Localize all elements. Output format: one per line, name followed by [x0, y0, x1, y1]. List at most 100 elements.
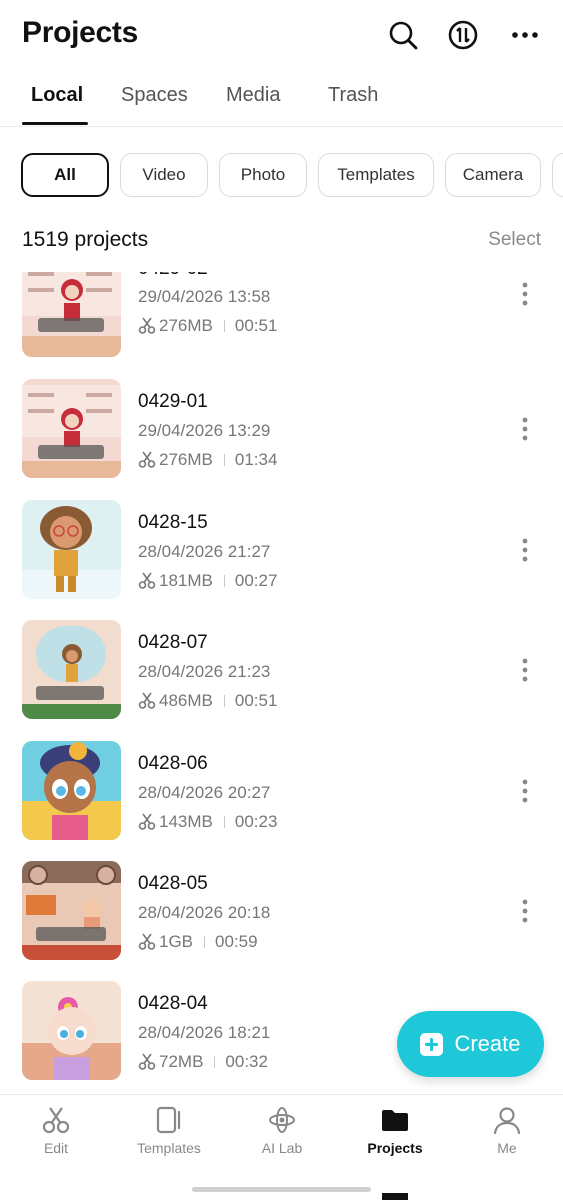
tab-media[interactable]: Media — [226, 84, 280, 107]
project-row[interactable]: 0428-15 28/04/2026 21:27 181MB 00:27 — [0, 500, 563, 600]
filter-camera[interactable]: Camera — [445, 153, 541, 197]
project-meta: 72MB 00:32 — [138, 1052, 268, 1072]
project-date: 28/04/2026 18:21 — [138, 1023, 271, 1042]
meta-divider — [223, 816, 225, 828]
search-icon[interactable] — [386, 18, 420, 52]
scissors-icon — [138, 317, 156, 334]
page-title: Projects — [22, 16, 138, 49]
nav-label: Me — [497, 1140, 517, 1156]
tab-trash[interactable]: Trash — [328, 84, 378, 107]
project-name: 0428-07 — [138, 632, 208, 653]
project-more-icon[interactable] — [515, 656, 535, 684]
project-thumbnail — [22, 272, 121, 357]
project-duration: 00:23 — [234, 812, 278, 831]
project-meta: 1GB 00:59 — [138, 932, 258, 952]
project-meta: 181MB 00:27 — [138, 571, 277, 591]
project-row[interactable]: 0429-02 29/04/2026 13:58 276MB 00:51 — [0, 272, 563, 358]
project-count: 1519 projects — [22, 228, 149, 251]
meta-divider — [214, 1056, 216, 1068]
project-meta: 276MB 01:34 — [138, 450, 277, 470]
project-thumbnail — [22, 861, 121, 960]
project-date: 28/04/2026 20:27 — [138, 783, 271, 802]
scissors-icon — [138, 572, 156, 589]
project-date: 28/04/2026 20:18 — [138, 903, 271, 922]
project-list[interactable]: 0429-02 29/04/2026 13:58 276MB 00:51 042… — [0, 272, 563, 1094]
active-tab-indicator — [22, 122, 88, 125]
project-row[interactable]: 0428-06 28/04/2026 20:27 143MB 00:23 — [0, 741, 563, 841]
nav-label: AI Lab — [261, 1140, 303, 1156]
project-size: 276MB — [159, 316, 213, 335]
project-size: 486MB — [159, 691, 213, 710]
meta-divider — [223, 320, 225, 332]
project-date: 29/04/2026 13:58 — [138, 287, 271, 306]
project-name: 0429-01 — [138, 391, 208, 412]
nav-label: Edit — [43, 1140, 69, 1156]
project-more-icon[interactable] — [515, 777, 535, 805]
folder-icon — [380, 1105, 410, 1135]
project-thumbnail — [22, 500, 121, 599]
nav-projects[interactable]: Projects — [339, 1105, 451, 1165]
tab-spaces[interactable]: Spaces — [121, 84, 188, 107]
project-date: 28/04/2026 21:23 — [138, 662, 271, 681]
scissors-icon — [138, 451, 156, 468]
project-size: 181MB — [159, 571, 213, 590]
project-duration: 01:34 — [234, 450, 278, 469]
header-bar: Projects — [0, 0, 563, 70]
project-row[interactable]: 0428-07 28/04/2026 21:23 486MB 00:51 — [0, 620, 563, 720]
project-duration: 00:51 — [234, 316, 278, 335]
meta-divider — [223, 695, 225, 707]
project-duration: 00:27 — [234, 571, 278, 590]
meta-divider — [223, 454, 225, 466]
project-date: 29/04/2026 13:29 — [138, 421, 271, 440]
filter-all[interactable]: All — [21, 153, 109, 197]
meta-divider — [223, 575, 225, 587]
nav-edit[interactable]: Edit — [0, 1105, 112, 1165]
nav-me[interactable]: Me — [451, 1105, 563, 1165]
project-size: 276MB — [159, 450, 213, 469]
project-thumbnail — [22, 379, 121, 478]
nav-ai-lab[interactable]: AI Lab — [226, 1105, 338, 1165]
project-more-icon[interactable] — [515, 415, 535, 443]
profile-icon — [492, 1105, 522, 1135]
project-row[interactable]: 0428-05 28/04/2026 20:18 1GB 00:59 — [0, 861, 563, 961]
project-size: 143MB — [159, 812, 213, 831]
templates-icon — [154, 1105, 184, 1135]
bottom-edge-artifact — [382, 1193, 408, 1200]
project-thumbnail — [22, 981, 121, 1080]
project-more-icon[interactable] — [515, 897, 535, 925]
project-count-row: 1519 projects Select — [0, 226, 563, 258]
project-date: 28/04/2026 21:27 — [138, 542, 271, 561]
filter-next[interactable] — [552, 153, 563, 197]
tab-local[interactable]: Local — [31, 84, 83, 107]
filter-video[interactable]: Video — [120, 153, 208, 197]
project-thumbnail — [22, 741, 121, 840]
project-row[interactable]: 0429-01 29/04/2026 13:29 276MB 01:34 — [0, 379, 563, 479]
project-duration: 00:32 — [225, 1052, 268, 1071]
project-name: 0428-06 — [138, 753, 208, 774]
project-name: 0428-04 — [138, 993, 208, 1014]
project-thumbnail — [22, 620, 121, 719]
create-button[interactable]: Create — [397, 1011, 544, 1077]
nav-label: Projects — [367, 1140, 423, 1156]
project-size: 72MB — [159, 1052, 204, 1071]
project-more-icon[interactable] — [515, 280, 535, 308]
select-button[interactable]: Select — [488, 229, 541, 251]
nav-templates[interactable]: Templates — [113, 1105, 225, 1165]
project-name: 0428-15 — [138, 512, 208, 533]
plus-icon — [420, 1032, 444, 1056]
meta-divider — [204, 936, 206, 948]
project-name: 0428-05 — [138, 873, 208, 894]
scissors-icon — [138, 813, 156, 830]
scissors-icon — [41, 1105, 71, 1135]
project-duration: 00:51 — [234, 691, 278, 710]
filter-photo[interactable]: Photo — [219, 153, 307, 197]
filter-templates[interactable]: Templates — [318, 153, 434, 197]
project-tabs: Local Spaces Media Trash — [0, 70, 563, 127]
ai-lab-icon — [267, 1105, 297, 1135]
scissors-icon — [138, 692, 156, 709]
more-horizontal-icon[interactable] — [508, 18, 542, 52]
sort-icon[interactable] — [446, 18, 480, 52]
filter-chips: All Video Photo Templates Camera — [0, 153, 563, 199]
project-more-icon[interactable] — [515, 536, 535, 564]
project-meta: 486MB 00:51 — [138, 691, 277, 711]
